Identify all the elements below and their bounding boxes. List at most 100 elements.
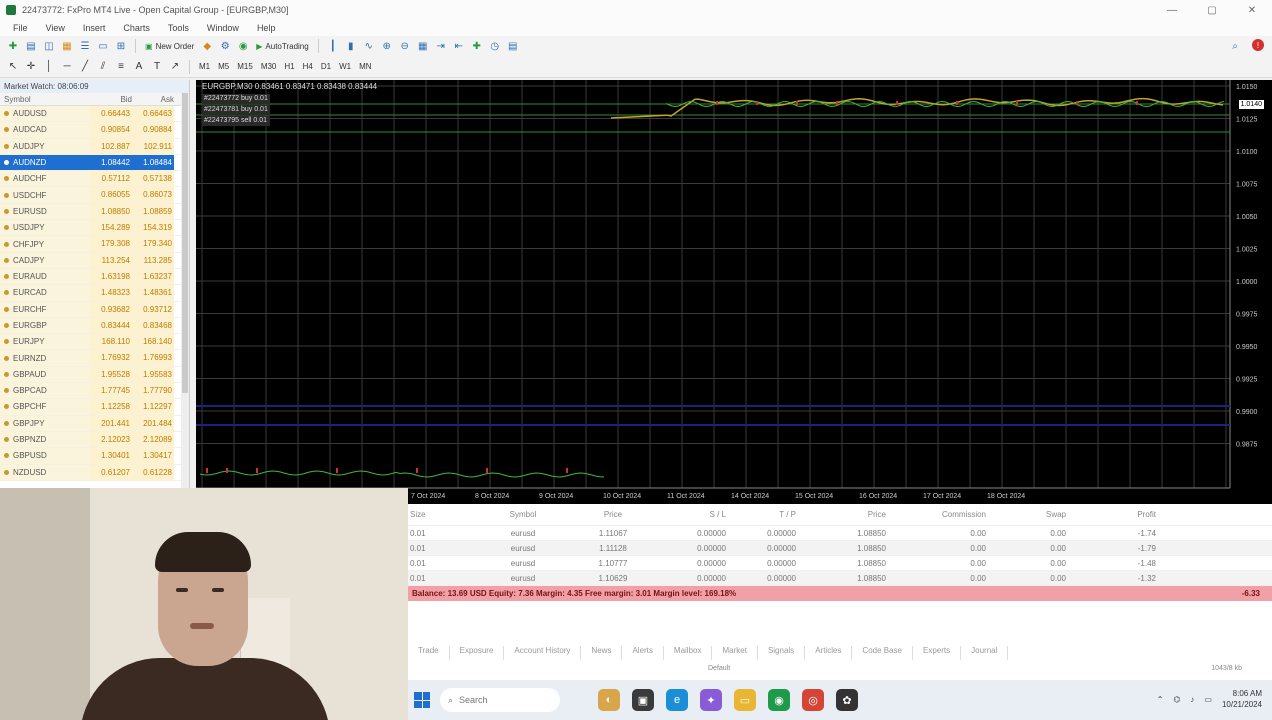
- text-icon[interactable]: A: [132, 60, 146, 74]
- market-watch-row[interactable]: EURCHF 0.93682 0.93712: [0, 301, 189, 318]
- market-watch-row[interactable]: USDCHF 0.86055 0.86073: [0, 187, 189, 204]
- metaeditor-icon[interactable]: ◆: [200, 39, 214, 53]
- tf-m1[interactable]: M1: [197, 60, 212, 74]
- terminal-tab[interactable]: Mailbox: [664, 646, 713, 660]
- terminal-tab[interactable]: Account History: [504, 646, 582, 660]
- terminal-icon[interactable]: ▭: [96, 39, 110, 53]
- minimize-icon[interactable]: —: [1152, 0, 1192, 20]
- market-watch-row[interactable]: GBPJPY 201.441 201.484: [0, 415, 189, 432]
- terminal-tab[interactable]: Articles: [805, 646, 853, 660]
- indicators-icon[interactable]: ✚: [470, 39, 484, 53]
- market-watch-row[interactable]: EURJPY 168.110 168.140: [0, 334, 189, 351]
- tf-h4[interactable]: H4: [301, 60, 315, 74]
- app-icon[interactable]: ✿: [836, 689, 858, 711]
- auto-scroll-icon[interactable]: ⇤: [452, 39, 466, 53]
- chrome-icon[interactable]: ◎: [802, 689, 824, 711]
- taskbar-search[interactable]: ⌕ Search: [440, 688, 560, 712]
- market-watch-row[interactable]: EURUSD 1.08850 1.08859: [0, 203, 189, 221]
- notification-icon[interactable]: !: [1252, 39, 1264, 51]
- market-watch-row[interactable]: AUDJPY 102.887 102.911: [0, 138, 189, 155]
- menu-view[interactable]: View: [37, 23, 74, 33]
- market-watch-row[interactable]: GBPNZD 2.12023 2.12089: [0, 431, 189, 449]
- menu-file[interactable]: File: [4, 23, 37, 33]
- terminal-tab[interactable]: Code Base: [852, 646, 914, 660]
- autotrading-button[interactable]: ▶ AutoTrading: [254, 39, 310, 53]
- battery-icon[interactable]: ▭: [1204, 695, 1212, 704]
- market-watch-icon[interactable]: ◫: [42, 39, 56, 53]
- tf-mn[interactable]: MN: [357, 60, 373, 74]
- table-row[interactable]: 0.01 eurusd 1.10777 0.00000 0.00000 1.08850 0.…: [408, 556, 1272, 571]
- menu-help[interactable]: Help: [248, 23, 285, 33]
- market-watch-row[interactable]: CHFJPY 179.308 179.340: [0, 236, 189, 253]
- scrollbar-thumb[interactable]: [182, 93, 188, 393]
- periods-icon[interactable]: ◷: [488, 39, 502, 53]
- terminal-tab[interactable]: Exposure: [450, 646, 505, 660]
- market-watch-row[interactable]: AUDUSD 0.66443 0.66463: [0, 106, 189, 123]
- orders-col-header[interactable]: Commission: [888, 510, 988, 519]
- copilot-icon[interactable]: ✦: [700, 689, 722, 711]
- menu-insert[interactable]: Insert: [74, 23, 115, 33]
- tf-m30[interactable]: M30: [259, 60, 279, 74]
- market-watch-row[interactable]: USDJPY 154.289 154.319: [0, 220, 189, 237]
- market-watch-row[interactable]: EURGBP 0.83444 0.83468: [0, 317, 189, 335]
- bar-chart-icon[interactable]: ┃: [326, 39, 340, 53]
- tf-d1[interactable]: D1: [319, 60, 333, 74]
- table-row[interactable]: 0.01 eurusd 1.11128 0.00000 0.00000 1.08850 0.…: [408, 541, 1272, 556]
- candlestick-icon[interactable]: ▮: [344, 39, 358, 53]
- menu-window[interactable]: Window: [198, 23, 248, 33]
- market-watch-row[interactable]: GBPCAD 1.77745 1.77790: [0, 383, 189, 400]
- market-watch-row[interactable]: AUDCAD 0.90854 0.90884: [0, 122, 189, 139]
- edge-icon[interactable]: e: [666, 689, 688, 711]
- network-icon[interactable]: ⌬: [1173, 695, 1180, 704]
- market-watch-row[interactable]: GBPCHF 1.12258 1.12297: [0, 399, 189, 416]
- terminal-tab[interactable]: Alerts: [622, 646, 664, 660]
- menu-tools[interactable]: Tools: [159, 23, 198, 33]
- strategy-tester-icon[interactable]: ⊞: [114, 39, 128, 53]
- market-watch-row[interactable]: EURCAD 1.48323 1.48361: [0, 285, 189, 302]
- zoom-out-icon[interactable]: ⊖: [398, 39, 412, 53]
- col-ask[interactable]: Ask: [132, 95, 174, 104]
- label-icon[interactable]: T: [150, 60, 164, 74]
- market-watch-scrollbar[interactable]: [181, 93, 189, 488]
- orders-col-header[interactable]: Price: [798, 510, 888, 519]
- terminal-tab[interactable]: Experts: [913, 646, 962, 660]
- tf-w1[interactable]: W1: [337, 60, 353, 74]
- tile-windows-icon[interactable]: ▦: [416, 39, 430, 53]
- chevron-up-icon[interactable]: ⌃: [1157, 695, 1164, 704]
- fibonacci-icon[interactable]: ≡: [114, 60, 128, 74]
- market-watch-row[interactable]: AUDNZD 1.08442 1.08484: [0, 154, 189, 172]
- orders-col-header[interactable]: Profit: [1068, 510, 1158, 519]
- terminal-tab[interactable]: Journal: [961, 646, 1009, 660]
- orders-col-header[interactable]: Price: [568, 510, 658, 519]
- market-watch-row[interactable]: EURAUD 1.63198 1.63237: [0, 268, 189, 286]
- menu-charts[interactable]: Charts: [114, 23, 159, 33]
- orders-col-header[interactable]: S / L: [658, 510, 728, 519]
- terminal-tab[interactable]: Signals: [758, 646, 806, 660]
- options-icon[interactable]: ⚙: [218, 39, 232, 53]
- new-order-button[interactable]: ▣ New Order: [143, 39, 196, 53]
- crosshair-icon[interactable]: ✛: [24, 60, 38, 74]
- trendline-icon[interactable]: ╱: [78, 60, 92, 74]
- market-watch-row[interactable]: NZDUSD 0.61207 0.61228: [0, 464, 189, 481]
- table-row[interactable]: 0.01 eurusd 1.11067 0.00000 0.00000 1.08850 0.…: [408, 526, 1272, 541]
- mt4-taskbar-icon[interactable]: ◉: [768, 689, 790, 711]
- table-row[interactable]: 0.01 eurusd 1.10629 0.00000 0.00000 1.08850 0.…: [408, 571, 1272, 586]
- channel-icon[interactable]: ⫽: [96, 60, 110, 74]
- horizontal-line-icon[interactable]: ─: [60, 60, 74, 74]
- cursor-icon[interactable]: ↖: [6, 60, 20, 74]
- chart-shift-icon[interactable]: ⇥: [434, 39, 448, 53]
- line-chart-icon[interactable]: ∿: [362, 39, 376, 53]
- terminal-tab[interactable]: Market: [712, 646, 758, 660]
- terminal-tab[interactable]: News: [581, 646, 623, 660]
- col-bid[interactable]: Bid: [90, 95, 132, 104]
- tf-m5[interactable]: M5: [216, 60, 231, 74]
- arrows-icon[interactable]: ↗: [168, 60, 182, 74]
- search-icon[interactable]: ⌕: [1228, 39, 1242, 53]
- data-window-icon[interactable]: ▦: [60, 39, 74, 53]
- zoom-in-icon[interactable]: ⊕: [380, 39, 394, 53]
- market-watch-row[interactable]: GBPAUD 1.95528 1.95583: [0, 366, 189, 384]
- market-watch-row[interactable]: CADJPY 113.254 113.285: [0, 252, 189, 269]
- tf-h1[interactable]: H1: [282, 60, 296, 74]
- orders-col-header[interactable]: T / P: [728, 510, 798, 519]
- file-explorer-icon[interactable]: ▭: [734, 689, 756, 711]
